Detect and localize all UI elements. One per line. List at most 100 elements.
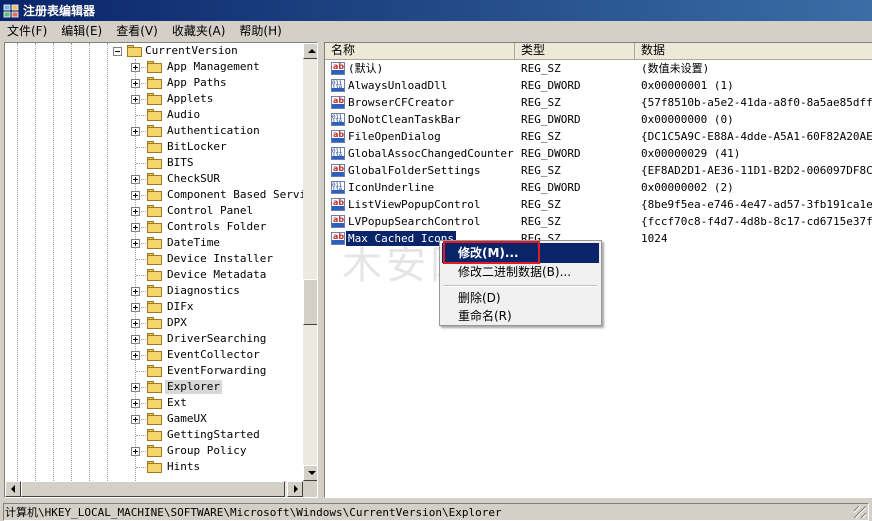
value-row[interactable]: 011110IconUnderline REG_DWORD 0x00000002 (… [325, 179, 872, 196]
resize-grip-icon[interactable] [854, 506, 866, 518]
column-header-name[interactable]: 名称 [325, 43, 515, 60]
registry-tree-pane[interactable]: CurrentVersion App Management App Paths Ap… [4, 42, 318, 498]
folder-icon [147, 333, 162, 345]
tree-node[interactable]: DIFx [5, 299, 303, 315]
tree-node[interactable]: Applets [5, 91, 303, 107]
expand-icon[interactable] [131, 447, 140, 456]
expand-icon[interactable] [131, 319, 140, 328]
string-value-icon: ab [331, 62, 345, 75]
tree-node[interactable]: EventForwarding [5, 363, 303, 379]
expand-icon[interactable] [131, 223, 140, 232]
value-name: (默认) [348, 62, 384, 75]
tree-node[interactable]: Component Based Servicing [5, 187, 303, 203]
tree-node[interactable]: DriverSearching [5, 331, 303, 347]
folder-icon [147, 397, 162, 409]
folder-icon [147, 173, 162, 185]
expand-icon[interactable] [131, 127, 140, 136]
context-menu-modify-binary[interactable]: 修改二进制数据(B)... [442, 262, 599, 282]
tree-node[interactable]: Controls Folder [5, 219, 303, 235]
scroll-right-button[interactable] [287, 481, 303, 497]
binary-value-icon: 011110 [331, 79, 345, 92]
tree-node-currentversion[interactable]: CurrentVersion [5, 43, 303, 59]
tree-node[interactable]: Device Installer [5, 251, 303, 267]
value-type: REG_SZ [521, 130, 561, 143]
scroll-thumb[interactable] [21, 481, 285, 497]
tree-node[interactable]: Authentication [5, 123, 303, 139]
tree-horizontal-scrollbar[interactable] [5, 481, 303, 497]
context-menu-rename[interactable]: 重命名(R) [442, 306, 599, 326]
tree-node[interactable]: EventCollector [5, 347, 303, 363]
value-name: GlobalFolderSettings [348, 164, 481, 177]
context-menu-delete[interactable]: 删除(D) [442, 288, 599, 308]
expand-icon[interactable] [131, 191, 140, 200]
scroll-down-button[interactable] [303, 465, 317, 481]
status-path: 计算机\HKEY_LOCAL_MACHINE\SOFTWARE\Microsof… [5, 506, 502, 519]
scroll-thumb[interactable] [303, 279, 317, 325]
value-row[interactable]: 011110GlobalAssocChangedCounter REG_DWORD… [325, 145, 872, 162]
expand-icon[interactable] [131, 79, 140, 88]
expand-icon[interactable] [131, 95, 140, 104]
value-row[interactable]: ab FileOpenDialog REG_SZ {DC1C5A9C-E88A-4dd… [325, 128, 872, 145]
value-row[interactable]: 011110DoNotCleanTaskBar REG_DWORD 0x000000… [325, 111, 872, 128]
tree-node[interactable]: Hints [5, 459, 303, 475]
tree-node[interactable]: CheckSUR [5, 171, 303, 187]
value-row[interactable]: ab ListViewPopupControl REG_SZ {8be9f5ea-e7… [325, 196, 872, 213]
folder-icon [147, 381, 162, 393]
tree-node[interactable]: Diagnostics [5, 283, 303, 299]
value-data: 0x00000000 (0) [641, 113, 734, 126]
tree-node[interactable]: Group Policy [5, 443, 303, 459]
column-header-type[interactable]: 类型 [515, 43, 635, 60]
tree-node[interactable]: BITS [5, 155, 303, 171]
value-name: ListViewPopupControl [348, 198, 481, 211]
tree-node[interactable]: Device Metadata [5, 267, 303, 283]
tree-node[interactable]: GameUX [5, 411, 303, 427]
tree-node[interactable]: App Management [5, 59, 303, 75]
tree-node-label: DriverSearching [167, 332, 267, 345]
menu-favorites[interactable]: 收藏夹(A) [165, 21, 233, 41]
tree-vertical-scrollbar[interactable] [303, 43, 317, 481]
value-type: REG_SZ [521, 215, 561, 228]
value-data: 0x00000029 (41) [641, 147, 741, 160]
expand-icon[interactable] [131, 287, 140, 296]
value-type: REG_DWORD [521, 181, 581, 194]
tree-node[interactable]: BitLocker [5, 139, 303, 155]
value-type: REG_SZ [521, 62, 561, 75]
expand-icon[interactable] [131, 175, 140, 184]
tree-node[interactable]: DPX [5, 315, 303, 331]
column-header-data[interactable]: 数据 [635, 43, 872, 60]
value-row[interactable]: 011110AlwaysUnloadDll REG_DWORD 0x00000001… [325, 77, 872, 94]
value-row[interactable]: ab GlobalFolderSettings REG_SZ {EF8AD2D1-AE… [325, 162, 872, 179]
expand-icon[interactable] [131, 335, 140, 344]
expand-icon[interactable] [131, 351, 140, 360]
title-bar[interactable]: 注册表编辑器 [0, 0, 872, 21]
expand-icon[interactable] [131, 63, 140, 72]
scroll-up-button[interactable] [303, 43, 317, 59]
value-row[interactable]: ab BrowserCFCreator REG_SZ {57f8510b-a5e2-4… [325, 94, 872, 111]
tree-node[interactable]: GettingStarted [5, 427, 303, 443]
value-row[interactable]: ab LVPopupSearchControl REG_SZ {fccf70c8-f4… [325, 213, 872, 230]
value-type: REG_SZ [521, 164, 561, 177]
menu-file[interactable]: 文件(F) [0, 21, 54, 41]
expand-icon[interactable] [131, 415, 140, 424]
tree-node[interactable]: Audio [5, 107, 303, 123]
tree-node[interactable]: Ext [5, 395, 303, 411]
tree-node[interactable]: Control Panel [5, 203, 303, 219]
menu-help[interactable]: 帮助(H) [232, 21, 288, 41]
expand-icon[interactable] [131, 383, 140, 392]
expand-icon[interactable] [131, 303, 140, 312]
folder-icon [147, 301, 162, 313]
tree-node[interactable]: DateTime [5, 235, 303, 251]
menu-edit[interactable]: 编辑(E) [54, 21, 109, 41]
expand-icon[interactable] [131, 207, 140, 216]
folder-icon [147, 253, 162, 265]
tree-node[interactable]: App Paths [5, 75, 303, 91]
tree-node[interactable]: Explorer [5, 379, 303, 395]
folder-icon [147, 285, 162, 297]
value-row[interactable]: ab (默认) REG_SZ (数值未设置) [325, 60, 872, 77]
expand-icon[interactable] [131, 239, 140, 248]
scroll-left-button[interactable] [5, 481, 21, 497]
menu-view[interactable]: 查看(V) [109, 21, 165, 41]
collapse-icon[interactable] [113, 47, 122, 56]
folder-icon [147, 269, 162, 281]
expand-icon[interactable] [131, 399, 140, 408]
